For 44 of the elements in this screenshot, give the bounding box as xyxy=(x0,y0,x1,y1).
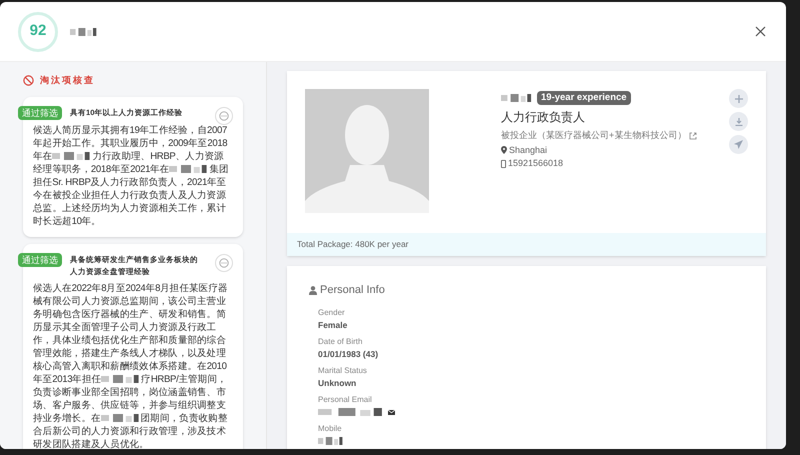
add-button[interactable] xyxy=(729,89,748,108)
section-title: Personal Info xyxy=(320,283,385,298)
field-label: Mobile xyxy=(318,422,343,434)
redaction-drawing xyxy=(501,93,533,103)
redaction-drawing xyxy=(70,26,98,36)
redaction-drawing xyxy=(169,164,210,174)
envelope-icon xyxy=(388,410,395,414)
phone-text: 15921566018 xyxy=(508,157,564,170)
redaction-drawing xyxy=(101,374,142,384)
redaction-drawing xyxy=(100,412,141,423)
field-label: Personal Email xyxy=(318,394,373,406)
download-button[interactable] xyxy=(729,112,748,131)
comment-icon xyxy=(219,258,229,268)
company-name: 被投企业（某医疗器械公司+某生物科技公司） xyxy=(501,129,686,142)
close-icon xyxy=(754,26,766,37)
phone-icon xyxy=(501,160,506,168)
field-value: Female xyxy=(318,318,348,332)
package-text: Total Package: 480K per year xyxy=(297,238,409,251)
field-label: Marital Status xyxy=(318,364,368,376)
status-badge: 通过筛选 xyxy=(18,252,62,266)
send-button[interactable] xyxy=(729,135,748,154)
location-pin-icon xyxy=(501,146,507,154)
comment-button[interactable] xyxy=(215,106,233,124)
external-link-icon xyxy=(689,132,698,140)
experience-badge: 19-year experience xyxy=(537,91,631,105)
redaction-drawing xyxy=(318,436,344,446)
section-title: 淘汰项核查 xyxy=(40,74,95,87)
location-text: Shanghai xyxy=(509,144,548,157)
plus-icon xyxy=(734,94,742,102)
field-value: 01/01/1983 (43) xyxy=(318,348,380,360)
status-badge: 通过筛选 xyxy=(18,106,62,120)
field-value: Unknown xyxy=(318,376,358,390)
send-icon xyxy=(734,140,743,149)
field-label: Date of Birth xyxy=(318,336,364,348)
redaction-drawing xyxy=(52,150,92,161)
criterion-description: 候选人简历显示其拥有19年工作经验，自2007年起开始工作。其职业履历中，2009年至2018年在 力行政助理、HRBP、人力资源经理等职务，2018年至2021年在 集团担任Sr. HRBP及人力行政部负责人，2021年至今在被投企业担任人力行政负责人及人力资源总监。上述经历均为人力资源相关工作，累计时长远超10年。 xyxy=(33,124,230,228)
comment-button[interactable] xyxy=(215,254,233,272)
position-title: 人力行政负责人 xyxy=(501,109,586,126)
field-label: Gender xyxy=(318,306,346,318)
download-icon xyxy=(734,118,742,126)
prohibited-icon xyxy=(23,75,34,86)
criterion-description: 候选人在2022年8月至2024年8月担任某医疗器械有限公司人力资源总监期间，该公司主营业务明确包含医疗器械的生产、研发和销售。简历显示其全面管理子公司人力资源及行政工作，具体业绩包括优化生产部和质量部的综合管理效能，搭建生产条线人才梯队，以及处理核心高管入离职和薪酬绩效体系搭建。在2010年至2013年担任 疗HRBP/主管期间，负责诊断事业部全国招聘，岗位涵盖销售、市场、客户服务、供应链等，并参与组织调整支持业务增长。在 团期间，负责收购整合后新公司的人力资源和行政管理，涉及技术研发团队搭建及人员优化。 xyxy=(33,282,229,449)
user-icon xyxy=(309,286,317,295)
comment-icon xyxy=(219,110,229,120)
